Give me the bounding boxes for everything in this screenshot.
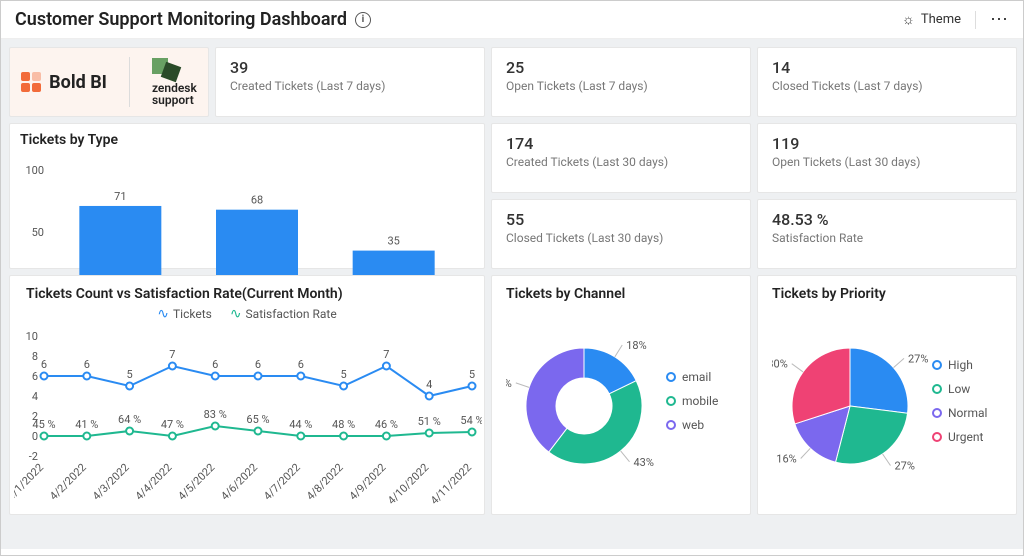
donut-chart-svg: 18% 43% 40% bbox=[506, 306, 666, 496]
chart-count-vs-satisfaction: Tickets Count vs Satisfaction Rate(Curre… bbox=[9, 275, 485, 515]
svg-text:45 %: 45 % bbox=[32, 418, 55, 431]
kpi-open-30d: 119 Open Tickets (Last 30 days) bbox=[757, 123, 1017, 193]
svg-text:5: 5 bbox=[341, 368, 347, 381]
line-chart-svg: -202468104/1/20224/2/20224/3/20224/4/202… bbox=[14, 326, 482, 506]
svg-text:4: 4 bbox=[426, 378, 432, 391]
wave-icon: ∿ bbox=[157, 306, 169, 322]
svg-text:30%: 30% bbox=[772, 358, 788, 371]
kpi-satisfaction: 48.53 % Satisfaction Rate bbox=[757, 199, 1017, 269]
svg-text:4/2/2022: 4/2/2022 bbox=[47, 461, 89, 503]
chart-tickets-by-type: Tickets by Type 05010071Feature Request6… bbox=[9, 123, 485, 269]
svg-text:6: 6 bbox=[84, 358, 90, 371]
svg-text:4/8/2022: 4/8/2022 bbox=[304, 461, 346, 503]
legend-item: Normal bbox=[932, 406, 987, 420]
legend-item: web bbox=[666, 418, 718, 432]
kpi-open-7d: 25 Open Tickets (Last 7 days) bbox=[491, 47, 751, 117]
legend-item: Low bbox=[932, 382, 987, 396]
svg-text:4: 4 bbox=[32, 390, 38, 403]
svg-text:41 %: 41 % bbox=[75, 418, 98, 431]
svg-text:4/11/2022: 4/11/2022 bbox=[428, 461, 474, 506]
legend-item: mobile bbox=[666, 394, 718, 408]
svg-text:48 %: 48 % bbox=[332, 418, 355, 431]
svg-text:7: 7 bbox=[169, 348, 175, 361]
svg-text:6: 6 bbox=[255, 358, 261, 371]
kpi-closed-7d: 14 Closed Tickets (Last 7 days) bbox=[757, 47, 1017, 117]
svg-text:54 %: 54 % bbox=[460, 414, 482, 427]
svg-text:51 %: 51 % bbox=[418, 415, 441, 428]
info-icon[interactable]: i bbox=[355, 12, 371, 28]
svg-text:83 %: 83 % bbox=[204, 408, 227, 421]
svg-text:35: 35 bbox=[387, 235, 399, 248]
theme-label: Theme bbox=[921, 12, 961, 27]
boldbi-label: Bold BI bbox=[49, 72, 107, 93]
boldbi-logo-icon bbox=[21, 72, 41, 92]
svg-text:6: 6 bbox=[212, 358, 218, 371]
svg-text:4/1/2022: 4/1/2022 bbox=[14, 461, 46, 503]
svg-text:44 %: 44 % bbox=[289, 418, 312, 431]
svg-text:10: 10 bbox=[26, 330, 38, 343]
svg-text:4/6/2022: 4/6/2022 bbox=[218, 461, 260, 503]
svg-text:71: 71 bbox=[114, 190, 126, 203]
wave-icon: ∿ bbox=[230, 306, 242, 322]
svg-text:4/7/2022: 4/7/2022 bbox=[261, 461, 303, 503]
svg-text:6: 6 bbox=[41, 358, 47, 371]
kpi-created-30d: 174 Created Tickets (Last 30 days) bbox=[491, 123, 751, 193]
sun-icon: ☼ bbox=[902, 11, 915, 28]
svg-text:68: 68 bbox=[251, 194, 263, 207]
svg-text:64 %: 64 % bbox=[118, 413, 141, 426]
kpi-created-7d: 39 Created Tickets (Last 7 days) bbox=[215, 47, 485, 117]
pie-chart-svg: 27% 27% 16% 30% bbox=[772, 306, 932, 496]
svg-text:4/4/2022: 4/4/2022 bbox=[133, 461, 175, 503]
svg-text:6: 6 bbox=[32, 370, 38, 383]
svg-text:65 %: 65 % bbox=[246, 413, 269, 426]
svg-text:18%: 18% bbox=[626, 339, 646, 352]
separator bbox=[975, 11, 976, 29]
svg-text:16%: 16% bbox=[776, 452, 796, 465]
legend-item: High bbox=[932, 358, 987, 372]
svg-text:40%: 40% bbox=[506, 377, 512, 390]
svg-text:43%: 43% bbox=[634, 456, 654, 469]
legend-item: Urgent bbox=[932, 430, 987, 444]
svg-text:8: 8 bbox=[32, 350, 38, 363]
svg-text:6: 6 bbox=[298, 358, 304, 371]
svg-text:5: 5 bbox=[469, 368, 475, 381]
more-menu-button[interactable]: ⋯ bbox=[990, 9, 1009, 30]
svg-text:4/5/2022: 4/5/2022 bbox=[175, 461, 217, 503]
svg-text:4/10/2022: 4/10/2022 bbox=[385, 461, 431, 506]
svg-text:50: 50 bbox=[32, 226, 44, 239]
svg-text:7: 7 bbox=[383, 348, 389, 361]
brand-card: Bold BI zendesk support bbox=[9, 47, 209, 117]
svg-text:47 %: 47 % bbox=[161, 418, 184, 431]
page-title: Customer Support Monitoring Dashboard bbox=[15, 9, 347, 30]
legend-item: email bbox=[666, 370, 718, 384]
chart-tickets-by-channel: Tickets by Channel 18%43%40% emailmobile… bbox=[491, 275, 751, 515]
svg-text:27%: 27% bbox=[894, 460, 914, 473]
svg-text:4/9/2022: 4/9/2022 bbox=[347, 461, 389, 503]
chart-tickets-by-priority: Tickets by Priority 27%27%16%30% HighLow… bbox=[757, 275, 1017, 515]
svg-text:46 %: 46 % bbox=[375, 418, 398, 431]
svg-text:4/3/2022: 4/3/2022 bbox=[90, 461, 132, 503]
theme-button[interactable]: ☼ Theme bbox=[902, 11, 961, 28]
svg-text:5: 5 bbox=[127, 368, 133, 381]
kpi-closed-30d: 55 Closed Tickets (Last 30 days) bbox=[491, 199, 751, 269]
svg-text:27%: 27% bbox=[908, 352, 928, 365]
svg-text:0: 0 bbox=[32, 430, 38, 443]
svg-text:100: 100 bbox=[25, 164, 44, 177]
zendesk-logo: zendesk support bbox=[152, 58, 197, 106]
